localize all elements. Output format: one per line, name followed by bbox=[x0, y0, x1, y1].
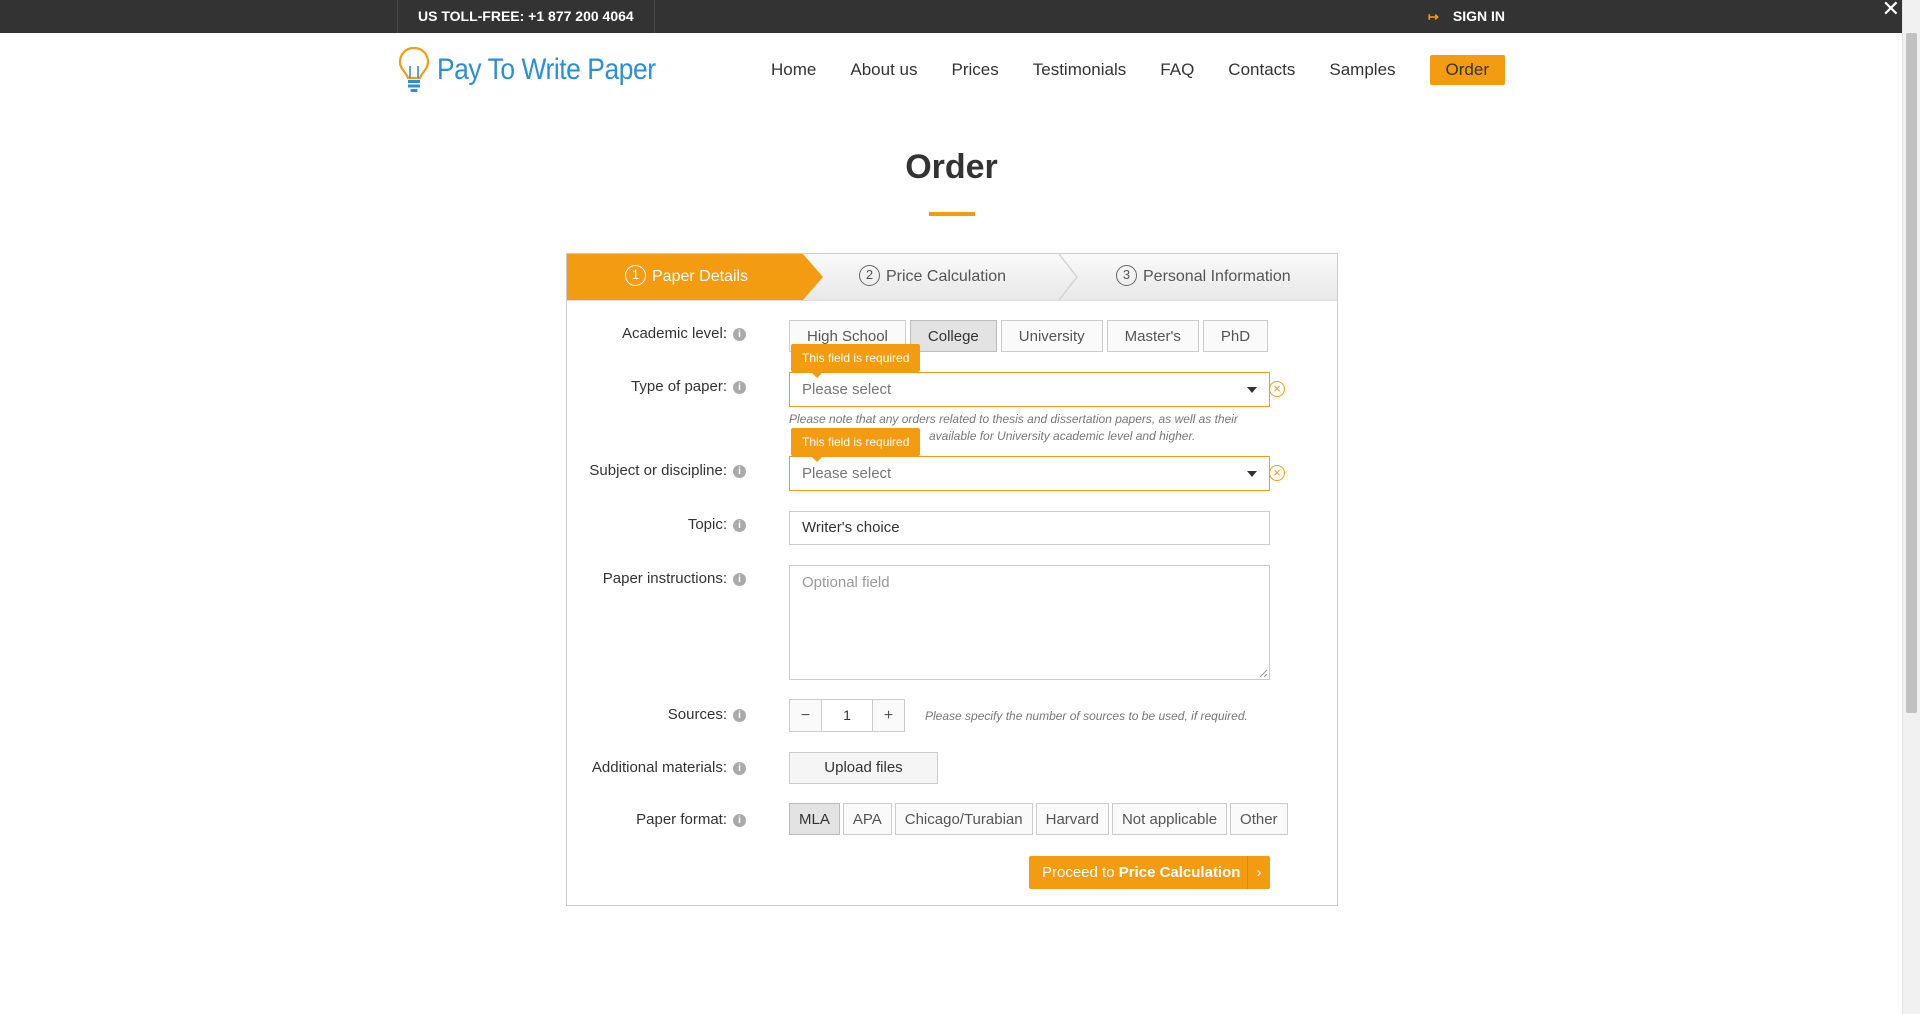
sign-in-icon: ↦ bbox=[1427, 9, 1439, 24]
nav-prices[interactable]: Prices bbox=[952, 60, 999, 80]
info-icon[interactable]: i bbox=[733, 762, 746, 775]
close-icon[interactable]: ✕ bbox=[1882, 0, 1900, 22]
label-text: Sources: bbox=[667, 706, 727, 723]
academic-level-label: Academic level: i bbox=[622, 325, 746, 342]
type-of-paper-select[interactable]: Please select bbox=[789, 372, 1270, 407]
format-apa[interactable]: APA bbox=[842, 803, 892, 835]
info-icon[interactable]: i bbox=[733, 328, 746, 341]
step-paper-details[interactable]: 1 Paper Details bbox=[567, 254, 803, 300]
label-text: Academic level: bbox=[621, 325, 727, 342]
chevron-down-icon bbox=[1247, 387, 1257, 393]
chevron-right-icon: › bbox=[1247, 856, 1270, 889]
toll-free-phone: US TOLL-FREE: +1 877 200 4064 bbox=[397, 0, 655, 33]
sign-in-link[interactable]: ↦ SIGN IN bbox=[1428, 0, 1505, 33]
academic-level-university[interactable]: University bbox=[1000, 320, 1103, 352]
site-header: Pay To Write Paper Home About us Prices … bbox=[397, 33, 1505, 103]
step-number: 2 bbox=[859, 265, 880, 286]
label-text: Topic: bbox=[687, 516, 727, 533]
nav-samples[interactable]: Samples bbox=[1329, 60, 1395, 80]
materials-label: Additional materials: i bbox=[592, 759, 746, 776]
order-form: 1 Paper Details 2 Price Calculation 3 Perso… bbox=[566, 253, 1338, 906]
format-not-applicable[interactable]: Not applicable bbox=[1111, 803, 1228, 835]
sources-stepper: − 1 + bbox=[789, 699, 905, 732]
label-text: Type of paper: bbox=[631, 378, 727, 395]
nav-order-button[interactable]: Order bbox=[1429, 55, 1505, 85]
lightbulb-icon bbox=[398, 46, 430, 92]
nav-testimonials[interactable]: Testimonials bbox=[1033, 60, 1127, 80]
decrement-button[interactable]: − bbox=[789, 699, 822, 732]
academic-level-college[interactable]: College bbox=[909, 320, 997, 352]
step-price-calculation[interactable]: 2 Price Calculation bbox=[859, 254, 1006, 300]
format-harvard[interactable]: Harvard bbox=[1035, 803, 1109, 835]
academic-level-phd[interactable]: PhD bbox=[1202, 320, 1269, 352]
clear-icon[interactable]: × bbox=[1269, 381, 1285, 397]
proceed-prefix: Proceed to bbox=[1042, 864, 1119, 881]
subject-select[interactable]: Please select bbox=[789, 456, 1270, 491]
logo-text: Pay To Write Paper bbox=[437, 53, 656, 86]
step-label: Price Calculation bbox=[886, 268, 1007, 285]
clear-icon[interactable]: × bbox=[1269, 465, 1285, 481]
site-logo[interactable]: Pay To Write Paper bbox=[397, 45, 685, 95]
topic-input[interactable]: Writer's choice bbox=[789, 511, 1270, 545]
info-icon[interactable]: i bbox=[733, 573, 746, 586]
order-steps: 1 Paper Details 2 Price Calculation 3 Perso… bbox=[567, 254, 1337, 301]
proceed-strong: Price Calculation bbox=[1118, 864, 1241, 881]
format-chicago-turabian[interactable]: Chicago/Turabian bbox=[894, 803, 1033, 835]
instructions-textarea[interactable]: Optional field bbox=[789, 565, 1270, 680]
sources-hint: Please specify the number of sources to … bbox=[925, 709, 1248, 723]
resize-handle-icon[interactable] bbox=[1258, 668, 1268, 678]
subject-label: Subject or discipline: i bbox=[589, 462, 746, 479]
step-arrow bbox=[803, 254, 823, 300]
label-text: Subject or discipline: bbox=[589, 462, 727, 479]
info-icon[interactable]: i bbox=[733, 381, 746, 394]
textarea-placeholder: Optional field bbox=[802, 574, 890, 591]
scrollbar-thumb[interactable] bbox=[1906, 33, 1917, 713]
format-mla[interactable]: MLA bbox=[789, 803, 840, 835]
paper-format-label: Paper format: i bbox=[636, 811, 746, 828]
step-label: Personal Information bbox=[1143, 268, 1291, 285]
sources-value[interactable]: 1 bbox=[822, 699, 872, 732]
step-number: 1 bbox=[625, 265, 646, 286]
scrollbar[interactable] bbox=[1902, 0, 1920, 1014]
academic-level-masters[interactable]: Master's bbox=[1106, 320, 1199, 352]
label-text: Additional materials: bbox=[591, 759, 727, 776]
info-icon[interactable]: i bbox=[733, 465, 746, 478]
format-other[interactable]: Other bbox=[1230, 803, 1288, 835]
step-personal-information[interactable]: 3 Personal Information bbox=[1116, 254, 1291, 300]
step-separator bbox=[1058, 254, 1078, 300]
info-icon[interactable]: i bbox=[733, 709, 746, 722]
topic-label: Topic: i bbox=[688, 516, 746, 533]
sources-label: Sources: i bbox=[668, 706, 746, 723]
note-line: Please note that any orders related to t… bbox=[789, 412, 1238, 426]
nav-home[interactable]: Home bbox=[771, 60, 816, 80]
info-icon[interactable]: i bbox=[733, 519, 746, 532]
instructions-label: Paper instructions: i bbox=[603, 570, 746, 587]
upload-files-button[interactable]: Upload files bbox=[789, 752, 938, 784]
required-tooltip: This field is required bbox=[791, 428, 921, 462]
select-placeholder: Please select bbox=[802, 465, 892, 482]
select-placeholder: Please select bbox=[802, 381, 892, 398]
title-underline bbox=[929, 212, 975, 216]
nav-contacts[interactable]: Contacts bbox=[1228, 60, 1295, 80]
step-label: Paper Details bbox=[652, 268, 749, 285]
label-text: Paper instructions: bbox=[602, 570, 727, 587]
increment-button[interactable]: + bbox=[872, 699, 905, 732]
label-text: Paper format: bbox=[636, 811, 727, 828]
nav-faq[interactable]: FAQ bbox=[1160, 60, 1194, 80]
paper-format-selector: MLA APA Chicago/Turabian Harvard Not app… bbox=[789, 803, 1291, 835]
chevron-down-icon bbox=[1247, 471, 1257, 477]
required-tooltip: This field is required bbox=[791, 344, 921, 378]
info-icon[interactable]: i bbox=[733, 814, 746, 827]
page-title: Order bbox=[905, 148, 998, 186]
nav-about-us[interactable]: About us bbox=[850, 60, 917, 80]
top-bar: US TOLL-FREE: +1 877 200 4064 ↦ SIGN IN bbox=[0, 0, 1903, 33]
proceed-button[interactable]: Proceed to Price Calculation › bbox=[1029, 856, 1270, 889]
sign-in-label: SIGN IN bbox=[1452, 8, 1505, 24]
step-number: 3 bbox=[1116, 265, 1137, 286]
type-of-paper-label: Type of paper: i bbox=[631, 378, 746, 395]
main-nav: Home About us Prices Testimonials FAQ Co… bbox=[737, 55, 1505, 85]
